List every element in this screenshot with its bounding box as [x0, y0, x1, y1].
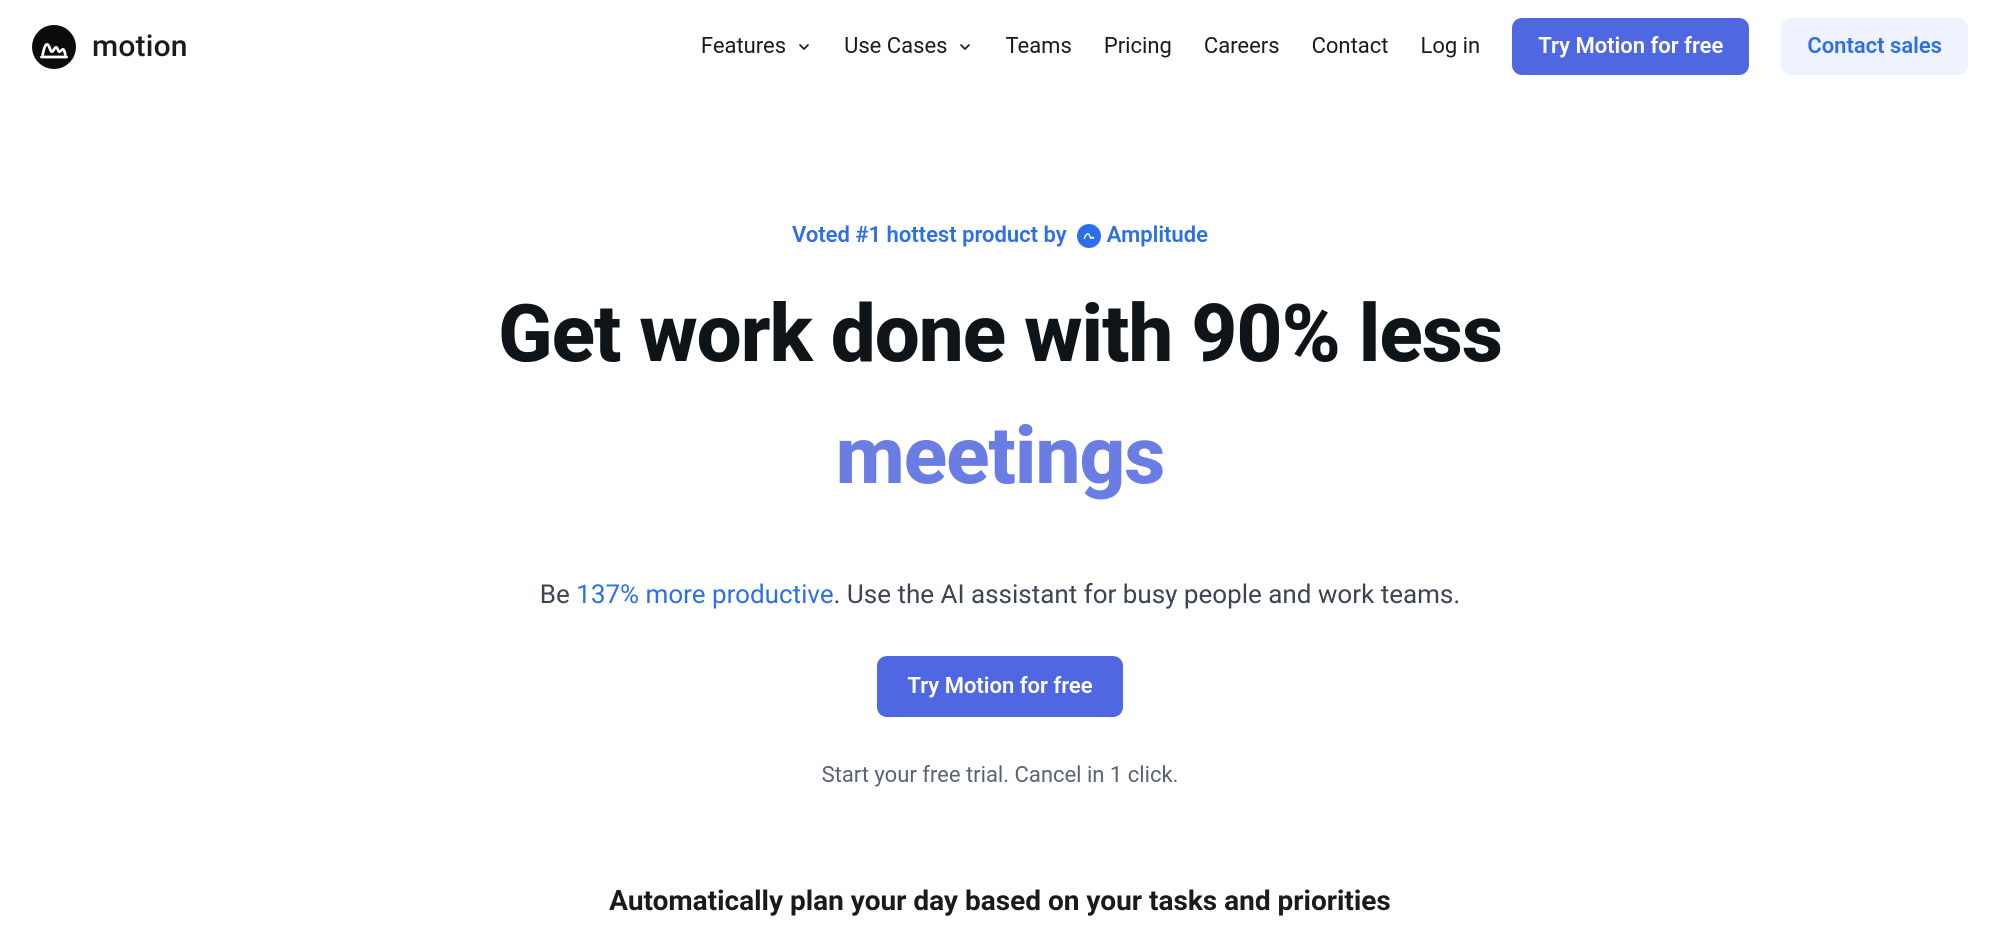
nav-teams-label: Teams	[1005, 34, 1071, 59]
trial-note: Start your free trial. Cancel in 1 click…	[0, 763, 2000, 788]
voted-prefix: Voted #1 hottest product by	[792, 223, 1067, 248]
logo-mark-icon	[32, 25, 76, 69]
nav-features-label: Features	[701, 34, 786, 59]
amplitude-mark-icon	[1077, 224, 1101, 248]
hero-cta-row: Try Motion for free	[0, 656, 2000, 717]
amplitude-logo: Amplitude	[1077, 223, 1208, 248]
hero-section: Voted #1 hottest product by Amplitude Ge…	[0, 93, 2000, 917]
tagline: Automatically plan your day based on you…	[0, 884, 2000, 917]
nav-careers-label: Careers	[1204, 34, 1280, 59]
nav-contact-label: Contact	[1312, 34, 1389, 59]
nav-log-in-label: Log in	[1420, 34, 1480, 59]
subline-suffix: . Use the AI assistant for busy people a…	[834, 580, 1461, 610]
nav-teams[interactable]: Teams	[1005, 34, 1071, 59]
nav-pricing-label: Pricing	[1104, 34, 1172, 59]
site-header: motion Features Use Cases Teams Pricing …	[0, 0, 2000, 93]
amplitude-name: Amplitude	[1107, 223, 1208, 248]
primary-nav: Features Use Cases Teams Pricing Careers…	[701, 18, 1968, 75]
nav-use-cases-label: Use Cases	[844, 34, 947, 59]
hero-subline: Be 137% more productive. Use the AI assi…	[0, 580, 2000, 610]
hero-headline: Get work done with 90% less meetings	[0, 282, 2000, 508]
chevron-down-icon	[957, 39, 973, 55]
contact-sales-button[interactable]: Contact sales	[1781, 18, 1968, 75]
subline-prefix: Be	[540, 580, 576, 610]
nav-features[interactable]: Features	[701, 34, 812, 59]
headline-line-2: meetings	[0, 404, 2000, 508]
nav-careers[interactable]: Careers	[1204, 34, 1280, 59]
try-free-button[interactable]: Try Motion for free	[1512, 18, 1749, 75]
subline-highlight: 137% more productive	[576, 580, 833, 610]
brand-logo[interactable]: motion	[32, 25, 188, 69]
nav-pricing[interactable]: Pricing	[1104, 34, 1172, 59]
voted-banner: Voted #1 hottest product by Amplitude	[792, 223, 1208, 248]
nav-contact[interactable]: Contact	[1312, 34, 1389, 59]
hero-try-free-button[interactable]: Try Motion for free	[877, 656, 1122, 717]
nav-log-in[interactable]: Log in	[1420, 34, 1480, 59]
headline-line-1: Get work done with 90% less	[498, 287, 1502, 381]
brand-name: motion	[92, 29, 188, 64]
chevron-down-icon	[796, 39, 812, 55]
nav-use-cases[interactable]: Use Cases	[844, 34, 973, 59]
